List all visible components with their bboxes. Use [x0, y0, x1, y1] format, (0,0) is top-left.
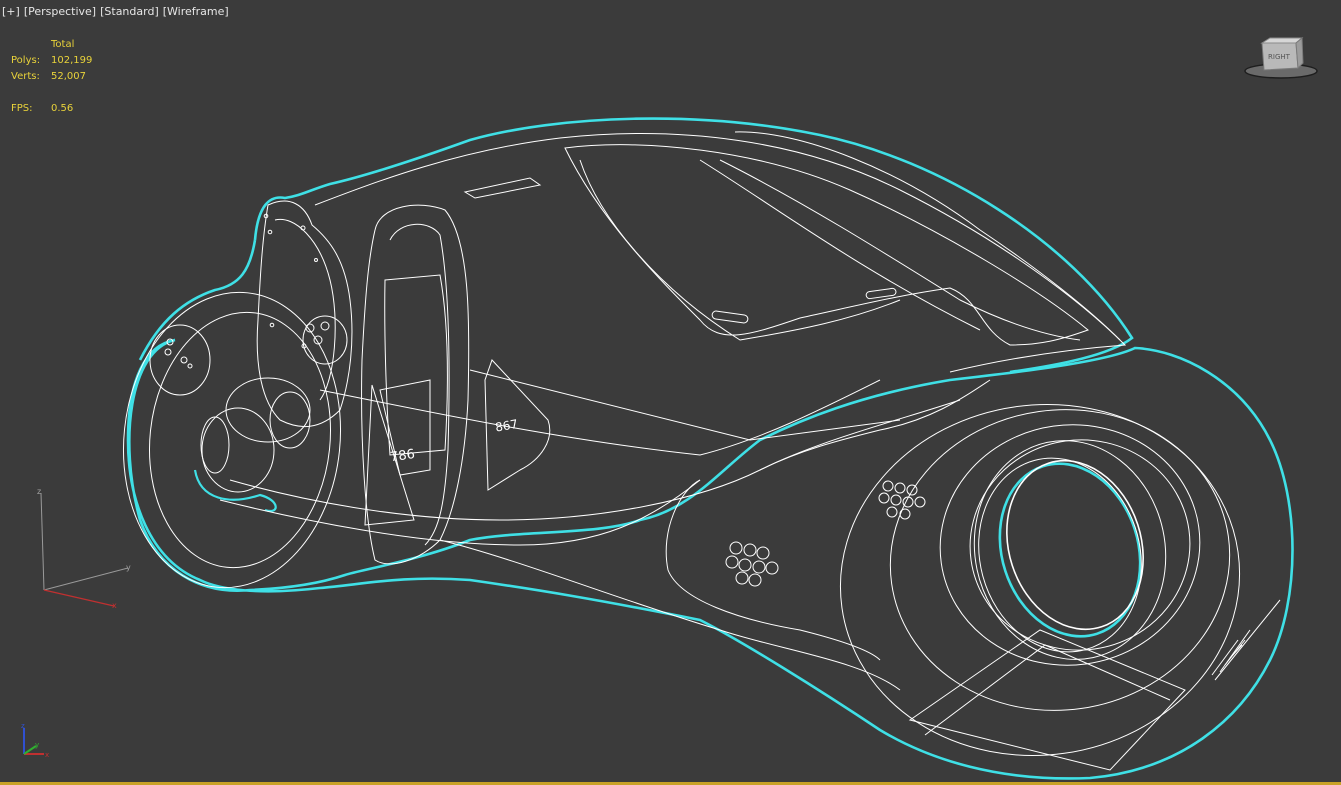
tripod-y-label: y: [35, 741, 39, 749]
frame-post-window: [384, 274, 448, 456]
front-vent-2: [894, 482, 906, 494]
world-axis-tripod: z y x: [21, 722, 49, 759]
rear-housing: [256, 200, 353, 428]
rear-bolt-4: [314, 258, 318, 262]
decal-786: 786: [389, 447, 416, 465]
viewcube-top-face[interactable]: [1260, 37, 1304, 44]
rear-hub-disc-4: [200, 416, 230, 474]
rear-wheel-hub-ring: [149, 324, 211, 396]
rear-hub-disc-1: [201, 407, 275, 493]
tripod-z-label: z: [21, 722, 25, 730]
grid-x-label: x: [112, 601, 117, 610]
grid-z-label: z: [37, 487, 41, 496]
rear-wheel-outer: [122, 291, 342, 589]
grid-y-label: y: [126, 563, 131, 572]
selection-outline: [126, 338, 1294, 780]
rear-housing-inner: [274, 218, 336, 401]
rear-hub-bolt-2: [164, 348, 172, 356]
grid-axis-gizmo: z y x: [37, 487, 131, 610]
selection-outline-chin: [193, 469, 277, 513]
front-vent-8: [886, 506, 898, 518]
front-grille-9: [748, 573, 762, 587]
canopy-seam: [719, 159, 1081, 341]
grid-y-axis: [43, 567, 129, 591]
viewcube[interactable]: RIGHT: [1244, 36, 1318, 79]
front-vent-1: [882, 480, 894, 492]
front-vent-4: [878, 492, 890, 504]
canopy-slot-2: [865, 287, 897, 300]
grid-z-axis: [40, 492, 45, 591]
canopy-slot-1: [711, 310, 749, 324]
front-wheel-rim-4: [978, 457, 1142, 653]
lower-body-line-3: [319, 379, 881, 456]
canopy-vent: [463, 177, 542, 199]
rear-bolt-2: [267, 229, 273, 235]
decal-867: 867: [494, 417, 519, 435]
canopy-outer: [314, 133, 1127, 373]
front-wheel-rim-1: [939, 424, 1201, 666]
rear-hub-disc-3: [269, 391, 311, 449]
rear-hub-bolt-3: [180, 356, 188, 364]
front-grille-3: [756, 546, 770, 560]
front-wheel-tire: [889, 409, 1231, 711]
front-grille-2: [743, 543, 757, 557]
rear-bolt-5: [269, 322, 275, 328]
rear-hub-bolt-4: [187, 363, 193, 369]
front-vent-5: [890, 494, 902, 506]
front-tread-2: [1219, 629, 1251, 673]
canopy-ridge: [734, 131, 1121, 341]
canopy-inner: [564, 144, 1089, 346]
front-vent-7: [914, 496, 926, 508]
front-wheel-guard-2: [924, 644, 1171, 736]
lower-body-line-2: [219, 479, 701, 546]
canopy-window-line: [579, 159, 901, 341]
rear-hub-disc-2: [225, 377, 311, 443]
perspective-viewport[interactable]: [+] [Perspective] [Standard] [Wireframe]…: [0, 0, 1341, 785]
rear-hub-cluster-3: [320, 321, 330, 331]
lightcycle-wireframe-model[interactable]: 786 867: [109, 117, 1294, 782]
front-grille-1: [729, 541, 743, 555]
frame-post: [361, 204, 470, 565]
front-wheel-outer: [839, 403, 1241, 757]
front-grille-7: [765, 561, 779, 575]
tripod-x-label: x: [45, 751, 49, 759]
front-grille-8: [735, 571, 749, 585]
viewcube-face-label: RIGHT: [1268, 53, 1291, 61]
scene-canvas[interactable]: RIGHT z y x z y x 786 867: [0, 0, 1341, 782]
selection-outline-top: [253, 117, 1134, 374]
grid-x-axis: [43, 589, 115, 607]
frame-post-inner: [389, 223, 450, 546]
front-grille-5: [738, 558, 752, 572]
front-grille-6: [752, 560, 766, 574]
front-tread-4: [1229, 644, 1243, 659]
selection-outline-rear: [138, 239, 257, 361]
front-grille-4: [725, 555, 739, 569]
front-wheel-guard: [908, 629, 1186, 771]
lower-body-line-1: [229, 399, 961, 521]
